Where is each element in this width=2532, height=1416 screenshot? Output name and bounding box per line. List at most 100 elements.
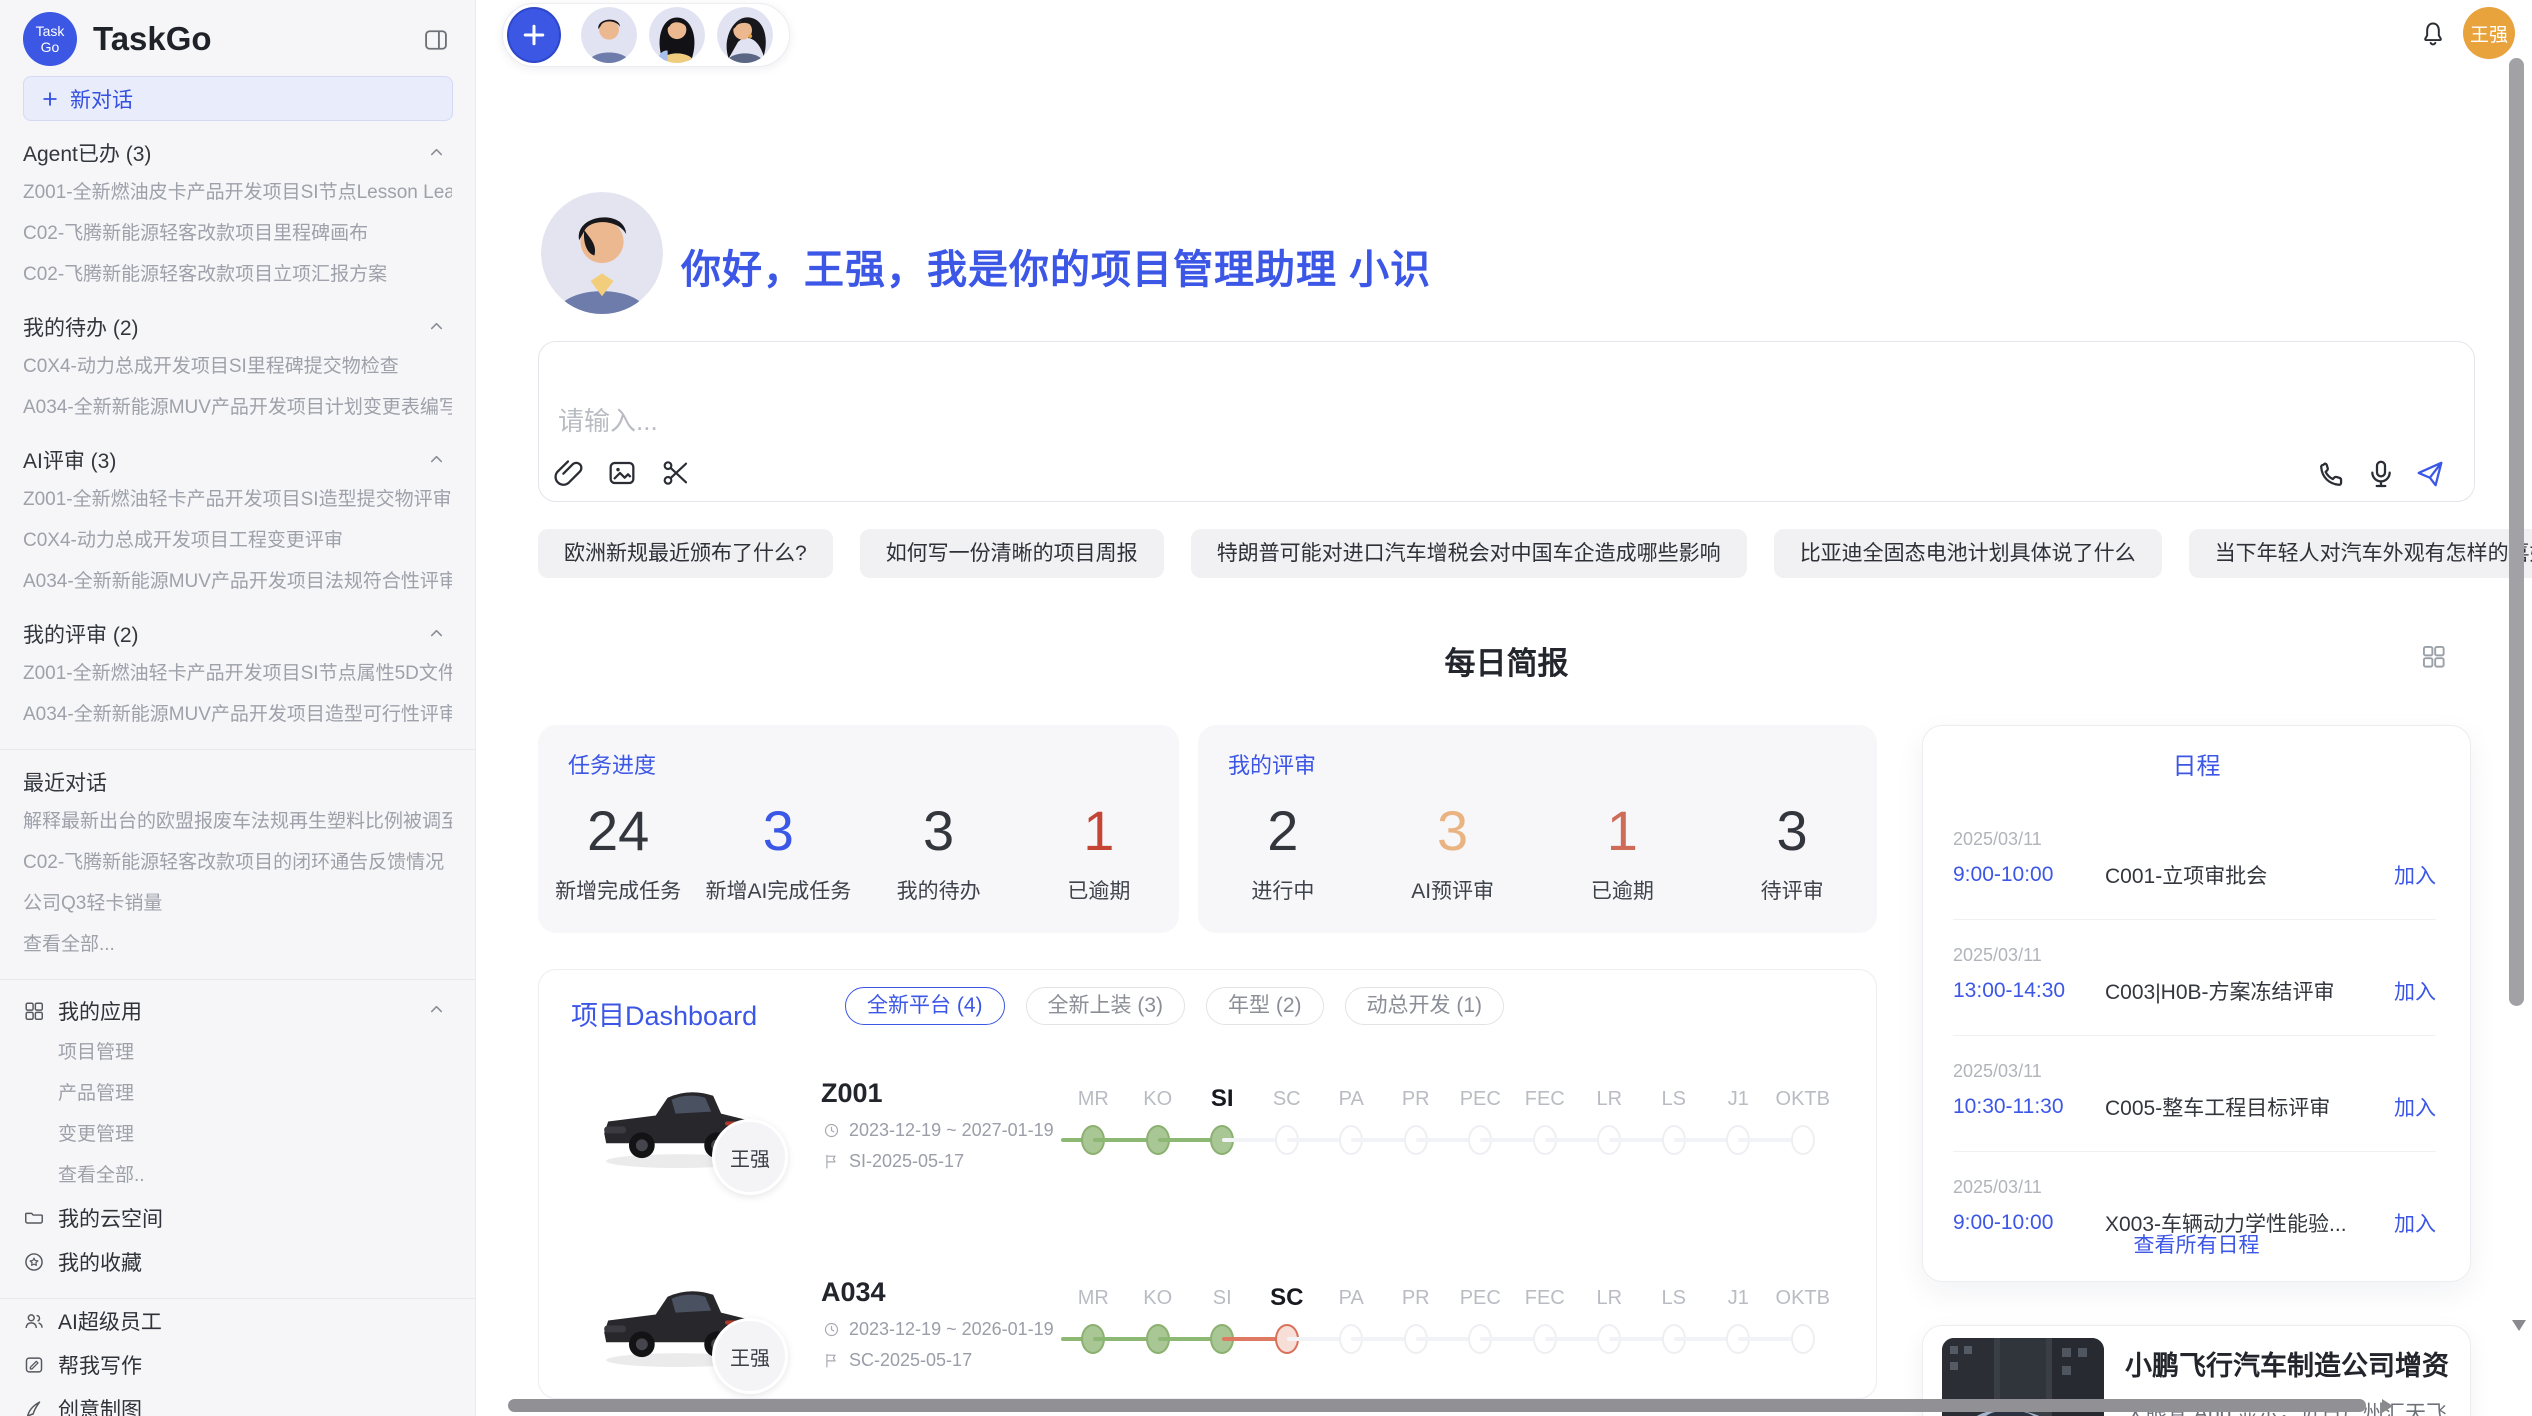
dashboard-tab-1[interactable]: 全新平台 (4) xyxy=(845,987,1005,1025)
stat-value: 3 xyxy=(923,803,954,859)
flag-icon xyxy=(823,1153,840,1170)
sidebar-tool-pen[interactable]: 创意制图 xyxy=(23,1387,452,1416)
recent-header: 最近对话 xyxy=(23,768,452,795)
app-item-3[interactable]: 变更管理 xyxy=(23,1114,452,1155)
project-date-range: 2023-12-19 ~ 2027-01-19 xyxy=(849,1120,1054,1141)
image-icon[interactable] xyxy=(606,457,638,489)
send-icon[interactable] xyxy=(2414,458,2446,490)
sidebar-task-sections: Agent已办 (3) Z001-全新燃油皮卡产品开发项目SI节点Lesson L… xyxy=(23,139,452,735)
milestone-label-pec: PEC xyxy=(1448,1084,1513,1114)
add-conversation-button[interactable] xyxy=(507,7,561,63)
new-chat-button[interactable]: 新对话 xyxy=(23,76,453,121)
chevron-up-icon[interactable] xyxy=(427,450,446,469)
scroll-right-arrow[interactable] xyxy=(2382,1399,2393,1413)
sidebar-tool-people[interactable]: AI超级员工 xyxy=(23,1299,452,1343)
dashboard-title: 项目Dashboard xyxy=(571,994,757,1033)
phone-icon[interactable] xyxy=(2316,458,2348,490)
link-label: 我的收藏 xyxy=(58,1247,142,1277)
pen-icon xyxy=(23,1398,45,1416)
suggestion-chips: 欧洲新规最近颁布了什么? 如何写一份清晰的项目周报特朗普可能对进口汽车增税会对中国… xyxy=(538,529,2532,578)
chevron-up-icon[interactable] xyxy=(427,317,446,336)
recent-conversation-item[interactable]: 公司Q3轻卡销量 xyxy=(23,883,452,924)
sidebar-task-item[interactable]: C02-飞腾新能源轻客改款项目里程碑画布 xyxy=(23,213,452,254)
dashboard-tab-2[interactable]: 全新上装 (3) xyxy=(1026,987,1186,1025)
my-apps-header[interactable]: 我的应用 xyxy=(23,996,452,1026)
sidebar-collapse-icon[interactable] xyxy=(422,26,450,54)
milestone-track: MRKOSISCPAPRPECFECLRLSJ1OKTB xyxy=(1061,1084,1851,1176)
suggestion-chip-2[interactable]: 如何写一份清晰的项目周报 xyxy=(860,529,1164,578)
sidebar-section-header[interactable]: Agent已办 (3) xyxy=(23,139,452,166)
milestone-label-ko: KO xyxy=(1126,1283,1191,1313)
daily-briefing-title: 每日简报 xyxy=(538,638,2475,683)
sidebar-section-header[interactable]: 我的待办 (2) xyxy=(23,313,452,340)
sidebar-link-star[interactable]: 我的收藏 xyxy=(23,1240,452,1284)
assistant-hero-avatar xyxy=(541,192,663,314)
sidebar-link-cloud[interactable]: 我的云空间 xyxy=(23,1196,452,1240)
sidebar-task-item[interactable]: C02-飞腾新能源轻客改款项目立项汇报方案 xyxy=(23,254,452,295)
dashboard-tabs: 全新平台 (4) 全新上装 (3) 年型 (2) 动总开发 (1) xyxy=(845,987,1504,1025)
sidebar-task-item[interactable]: C0X4-动力总成开发项目SI里程碑提交物检查 xyxy=(23,346,452,387)
schedule-event: 2025/03/1113:00-14:30C003|H0B-方案冻结评审加入 xyxy=(1953,919,2436,1035)
stat-value: 3 xyxy=(1777,803,1808,859)
paperclip-icon[interactable] xyxy=(552,457,584,489)
input-action-icons xyxy=(2316,458,2446,490)
briefing-layout-icon[interactable] xyxy=(2420,643,2447,670)
notification-bell-icon[interactable] xyxy=(2419,20,2447,48)
stat-value: 24 xyxy=(587,803,649,859)
stat-card-tasks: 任务进度24新增完成任务3新增AI完成任务3我的待办1已逾期 xyxy=(538,725,1179,933)
dashboard-tab-4[interactable]: 动总开发 (1) xyxy=(1345,987,1505,1025)
sidebar-tool-write[interactable]: 帮我写作 xyxy=(23,1343,452,1387)
link-label: 创意制图 xyxy=(58,1394,142,1416)
sidebar-task-item[interactable]: A034-全新新能源MUV产品开发项目造型可行性评审 xyxy=(23,694,452,735)
sidebar-task-item[interactable]: Z001-全新燃油皮卡产品开发项目SI节点Lesson Learn报告 xyxy=(23,172,452,213)
sidebar-task-item[interactable]: A034-全新新能源MUV产品开发项目法规符合性评审 xyxy=(23,561,452,602)
chat-input[interactable] xyxy=(556,393,1956,449)
scissors-icon[interactable] xyxy=(660,457,692,489)
join-meeting-link[interactable]: 加入 xyxy=(2394,1092,2436,1122)
app-item-4[interactable]: 查看全部.. xyxy=(23,1155,452,1196)
recent-view-all[interactable]: 查看全部... xyxy=(23,924,452,965)
milestone-label-pr: PR xyxy=(1384,1084,1449,1114)
vertical-scrollbar[interactable] xyxy=(2509,58,2524,1006)
dashboard-tab-3[interactable]: 年型 (2) xyxy=(1206,987,1324,1025)
assistant-avatar-3[interactable] xyxy=(717,7,773,63)
sidebar-section-header[interactable]: 我的评审 (2) xyxy=(23,620,452,647)
sidebar-task-item[interactable]: Z001-全新燃油轻卡产品开发项目SI节点属性5D文件评审 xyxy=(23,653,452,694)
stat-value: 2 xyxy=(1267,803,1298,859)
view-all-schedule-link[interactable]: 查看所有日程 xyxy=(1923,1229,2470,1259)
chevron-up-icon[interactable] xyxy=(427,1000,446,1019)
suggestion-chip-4[interactable]: 比亚迪全固态电池计划具体说了什么 xyxy=(1774,529,2162,578)
assistant-avatar-2[interactable] xyxy=(649,7,705,63)
suggestion-chip-3[interactable]: 特朗普可能对进口汽车增税会对中国车企造成哪些影响 xyxy=(1191,529,1747,578)
join-meeting-link[interactable]: 加入 xyxy=(2394,976,2436,1006)
divider xyxy=(0,979,475,980)
sidebar-task-item[interactable]: A034-全新新能源MUV产品开发项目计划变更表编写 xyxy=(23,387,452,428)
suggestion-chip-5[interactable]: 当下年轻人对汽车外观有怎样的喜好趋势 xyxy=(2189,529,2532,578)
sidebar-section-header[interactable]: AI评审 (3) xyxy=(23,446,452,473)
microphone-icon[interactable] xyxy=(2365,458,2397,490)
sidebar-task-item[interactable]: Z001-全新燃油轻卡产品开发项目SI造型提交物评审 xyxy=(23,479,452,520)
divider xyxy=(0,749,475,750)
milestone-label-mr: MR xyxy=(1061,1084,1126,1114)
stat-label: 我的待办 xyxy=(897,875,981,905)
stat-新增AI完成任务: 3新增AI完成任务 xyxy=(698,791,858,917)
milestone-label-pa: PA xyxy=(1319,1084,1384,1114)
horizontal-scrollbar[interactable] xyxy=(508,1399,2366,1412)
app-item-2[interactable]: 产品管理 xyxy=(23,1073,452,1114)
event-name: C005-整车工程目标评审 xyxy=(2105,1092,2394,1122)
assistant-avatar-1[interactable] xyxy=(581,7,637,63)
chevron-up-icon[interactable] xyxy=(427,624,446,643)
link-label: 我的云空间 xyxy=(58,1203,163,1233)
milestone-label-si: SI xyxy=(1190,1283,1255,1313)
suggestion-chip-1[interactable]: 欧洲新规最近颁布了什么? xyxy=(538,529,833,578)
recent-conversation-item[interactable]: C02-飞腾新能源轻客改款项目的闭环通告反馈情况 xyxy=(23,842,452,883)
user-avatar[interactable]: 王强 xyxy=(2463,7,2515,59)
app-item-1[interactable]: 项目管理 xyxy=(23,1032,452,1073)
join-meeting-link[interactable]: 加入 xyxy=(2394,860,2436,890)
scroll-down-arrow[interactable] xyxy=(2512,1320,2526,1331)
sidebar-task-item[interactable]: C0X4-动力总成开发项目工程变更评审 xyxy=(23,520,452,561)
chevron-up-icon[interactable] xyxy=(427,143,446,162)
schedule-panel: 日程 2025/03/119:00-10:00C001-立项审批会加入2025/… xyxy=(1922,725,2471,1282)
sidebar: Task Go TaskGo 新对话 Agent已办 (3)Z001-全新燃油皮… xyxy=(0,0,476,1416)
recent-conversation-item[interactable]: 解释最新出台的欧盟报废车法规再生塑料比例被调至15%... xyxy=(23,801,452,842)
